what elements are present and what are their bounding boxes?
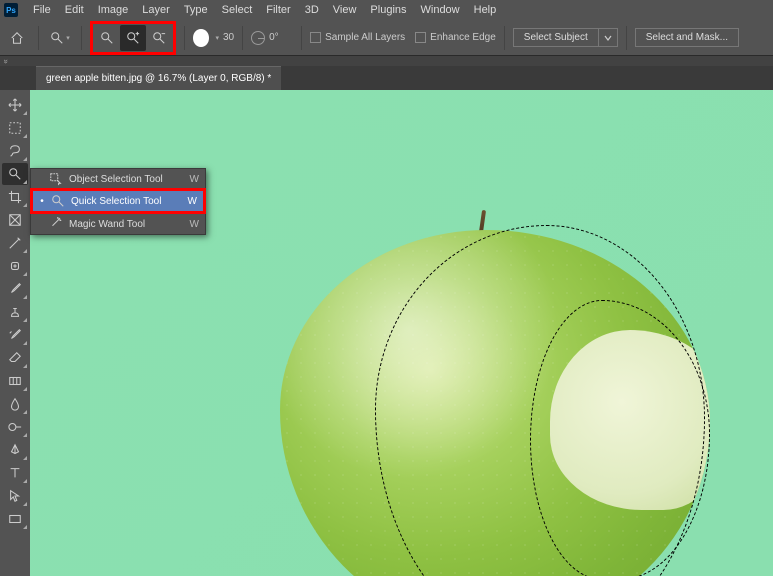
magic-wand-icon (49, 217, 63, 231)
menu-help[interactable]: Help (467, 2, 504, 18)
eraser-tool[interactable] (2, 347, 28, 369)
eyedropper-tool[interactable] (2, 232, 28, 254)
select-subject-button[interactable]: Select Subject (513, 28, 599, 47)
highlight-brush-mode-buttons (90, 21, 176, 55)
subtract-from-selection-button[interactable] (146, 25, 172, 51)
menu-type[interactable]: Type (177, 2, 215, 18)
chevron-down-icon (604, 34, 612, 42)
frame-tool[interactable] (2, 209, 28, 231)
app-logo: Ps (4, 3, 18, 17)
separator (81, 26, 82, 50)
flyout-shortcut: W (190, 219, 199, 230)
separator (242, 26, 243, 50)
history-brush-tool[interactable] (2, 324, 28, 346)
rectangle-tool[interactable] (2, 508, 28, 530)
menu-select[interactable]: Select (215, 2, 260, 18)
object-selection-icon (49, 172, 63, 186)
healing-brush-tool[interactable] (2, 255, 28, 277)
current-tool-icon[interactable] (47, 25, 73, 51)
select-and-mask-button[interactable]: Select and Mask... (635, 28, 739, 47)
new-selection-button[interactable] (94, 25, 120, 51)
add-to-selection-button[interactable] (120, 25, 146, 51)
options-bar: 30 Sample All Layers Enhance Edge Select… (0, 20, 773, 56)
angle-icon (251, 31, 265, 45)
lasso-tool[interactable] (2, 140, 28, 162)
quick-selection-tool[interactable] (2, 163, 28, 185)
flyout-quick-selection[interactable]: • Quick Selection Tool W (33, 191, 203, 211)
crop-tool[interactable] (2, 186, 28, 208)
menu-file[interactable]: File (26, 2, 58, 18)
sample-all-layers-checkbox[interactable]: Sample All Layers (310, 32, 405, 43)
flyout-item-label: Quick Selection Tool (71, 196, 161, 207)
menu-image[interactable]: Image (91, 2, 136, 18)
separator (38, 26, 39, 50)
menu-bar: Ps File Edit Image Layer Type Select Fil… (0, 0, 773, 20)
flyout-shortcut: W (188, 196, 197, 207)
home-icon[interactable] (4, 25, 30, 51)
flyout-object-selection[interactable]: Object Selection Tool W (31, 169, 205, 189)
enhance-edge-checkbox[interactable]: Enhance Edge (415, 32, 496, 43)
flyout-magic-wand[interactable]: Magic Wand Tool W (31, 214, 205, 234)
selected-indicator (37, 221, 43, 227)
marquee-tool[interactable] (2, 117, 28, 139)
blur-tool[interactable] (2, 393, 28, 415)
brush-size-value: 30 (223, 32, 234, 43)
clone-stamp-tool[interactable] (2, 301, 28, 323)
toolbox (0, 90, 30, 576)
path-selection-tool[interactable] (2, 485, 28, 507)
checkbox-icon (310, 32, 321, 43)
apple-image (280, 230, 710, 576)
gradient-tool[interactable] (2, 370, 28, 392)
flyout-item-label: Magic Wand Tool (69, 219, 145, 230)
menu-view[interactable]: View (326, 2, 364, 18)
brush-picker[interactable] (193, 25, 219, 51)
tool-flyout-menu: Object Selection Tool W • Quick Selectio… (30, 168, 206, 235)
brush-preview-icon (193, 29, 209, 47)
select-subject-dropdown[interactable] (598, 28, 618, 47)
enhance-edge-label: Enhance Edge (430, 32, 496, 43)
separator (504, 26, 505, 50)
selected-indicator: • (39, 198, 45, 204)
type-tool[interactable] (2, 462, 28, 484)
flyout-shortcut: W (190, 174, 199, 185)
brush-tool[interactable] (2, 278, 28, 300)
angle-control[interactable] (251, 31, 293, 45)
panel-expand-bar[interactable] (0, 56, 773, 66)
quick-selection-icon (51, 194, 65, 208)
separator (301, 26, 302, 50)
dodge-tool[interactable] (2, 416, 28, 438)
flyout-item-label: Object Selection Tool (69, 174, 163, 185)
pen-tool[interactable] (2, 439, 28, 461)
menu-filter[interactable]: Filter (259, 2, 297, 18)
document-tab[interactable]: green apple bitten.jpg @ 16.7% (Layer 0,… (36, 66, 281, 90)
separator (626, 26, 627, 50)
menu-plugins[interactable]: Plugins (363, 2, 413, 18)
menu-3d[interactable]: 3D (298, 2, 326, 18)
move-tool[interactable] (2, 94, 28, 116)
document-canvas[interactable] (30, 90, 773, 576)
checkbox-icon (415, 32, 426, 43)
menu-window[interactable]: Window (414, 2, 467, 18)
document-tab-strip: green apple bitten.jpg @ 16.7% (Layer 0,… (0, 66, 773, 90)
separator (184, 26, 185, 50)
menu-edit[interactable]: Edit (58, 2, 91, 18)
menu-layer[interactable]: Layer (135, 2, 177, 18)
selected-indicator (37, 176, 43, 182)
angle-input[interactable] (269, 32, 293, 43)
sample-all-layers-label: Sample All Layers (325, 32, 405, 43)
